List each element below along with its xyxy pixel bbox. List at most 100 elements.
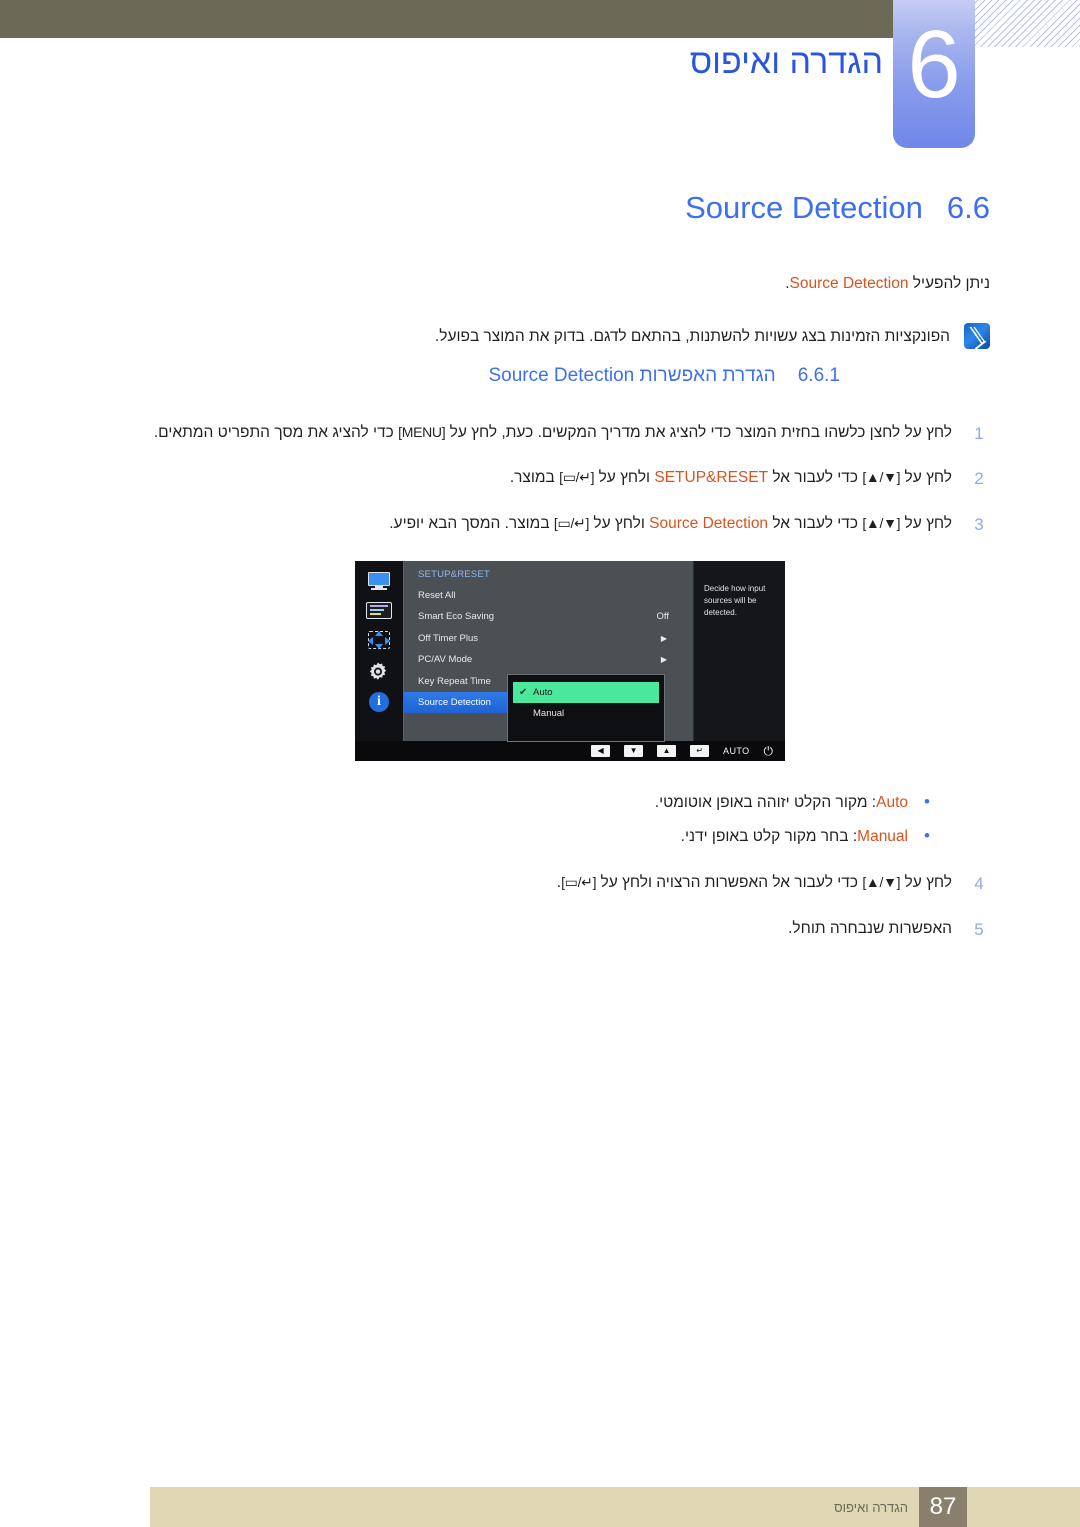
step-text-run: כדי לעבור אל xyxy=(768,469,863,487)
osd-menu-item[interactable]: Off Timer Plus ▶ xyxy=(404,627,693,649)
step-keycap: [▲/▼] xyxy=(862,514,901,531)
position-arrows-icon[interactable] xyxy=(366,630,392,650)
auto-button[interactable]: AUTO xyxy=(723,746,749,756)
option-bullets: • Auto: מקור הקלט יזוהה באופן אוטומטי. • Ma… xyxy=(150,791,990,849)
step-text-run: לחץ על xyxy=(900,469,952,487)
step-text-run: ולחץ על xyxy=(589,514,650,532)
picture-settings-icon[interactable] xyxy=(366,602,392,620)
step-number: 2 xyxy=(974,469,984,489)
option-name: Auto xyxy=(876,794,908,812)
step-item: 2 לחץ על [▲/▼] כדי לעבור אל SETUP&RESET ו… xyxy=(150,466,990,492)
step-text-run: לחץ על לחצן כלשהו בחזית המוצר כדי להציג … xyxy=(445,423,952,441)
left-arrow-button[interactable]: ◀ xyxy=(591,745,611,758)
subsection-title-en: Source Detection xyxy=(488,364,635,386)
osd-window: i SETUP&RESET Reset All Smart Eco Saving O… xyxy=(355,561,785,743)
chevron-right-icon: ▶ xyxy=(660,655,667,665)
step-text: לחץ על [▲/▼] כדי לעבור אל Source Detecti… xyxy=(150,512,952,536)
option-name: Manual xyxy=(857,828,908,846)
osd-menu-item[interactable]: Smart Eco Saving Off xyxy=(404,606,693,628)
step-keycap: [▭/↵] xyxy=(559,469,595,486)
subsection-title-he: הגדרת האפשרות xyxy=(634,364,776,386)
info-icon[interactable]: i xyxy=(369,692,389,713)
option-description: : מקור הקלט יזוהה באופן אוטומטי. xyxy=(654,794,877,812)
footer-chapter-label: הגדרה ואיפוס xyxy=(834,1499,908,1515)
option-bullet: • Auto: מקור הקלט יזוהה באופן אוטומטי. xyxy=(150,791,930,815)
down-arrow-button[interactable]: ▼ xyxy=(624,745,644,758)
chapter-number: 6 xyxy=(907,11,961,118)
option-bullet: • Manual: בחר מקור קלט באופן ידני. xyxy=(150,825,930,849)
step-number: 5 xyxy=(974,919,984,939)
page-content: 6.6 Source Detection ניתן להפעיל Source … xyxy=(150,190,990,962)
osd-menu-item[interactable]: PC/AV Mode ▶ xyxy=(404,649,693,671)
note-block: הפונקציות הזמינות בצג עשויות להשתנות, בה… xyxy=(150,322,990,349)
chevron-right-icon: ▶ xyxy=(660,633,667,643)
section-heading: 6.6 Source Detection xyxy=(150,190,990,226)
note-text: הפונקציות הזמינות בצג עשויות להשתנות, בה… xyxy=(434,327,950,345)
step-text-run: כדי לעבור אל xyxy=(768,514,863,532)
step-text: לחץ על לחצן כלשהו בחזית המוצר כדי להציג … xyxy=(150,421,952,445)
osd-submenu: ✔ Auto Manual xyxy=(507,674,665,743)
enter-button[interactable]: ↵ xyxy=(690,745,710,758)
subsection-number: 6.6.1 xyxy=(797,364,840,386)
step-item: 5 האפשרות שנבחרה תוחל. xyxy=(150,917,990,943)
step-keycap: [MENU] xyxy=(398,423,446,440)
bullet-dot-icon: • xyxy=(924,826,930,846)
option-bullet-text: Manual: בחר מקור קלט באופן ידני. xyxy=(150,825,908,849)
chapter-title: הגדרה ואיפוס xyxy=(689,43,883,81)
page-number: 87 xyxy=(919,1487,967,1527)
page-footer: הגדרה ואיפוס 87 xyxy=(0,1460,1080,1527)
step-text-run: כדי להציג את מסך התפריט המתאים. xyxy=(153,423,399,441)
step-keycap: [▭/↵] xyxy=(553,514,590,531)
osd-menu-item-label: Smart Eco Saving xyxy=(418,611,495,623)
step-menu-name: SETUP&RESET xyxy=(654,469,769,487)
lead-prefix: ניתן להפעיל xyxy=(908,275,990,292)
step-number: 4 xyxy=(974,874,984,894)
osd-menu-item-label: PC/AV Mode xyxy=(418,654,473,666)
subsection-title: הגדרת האפשרות Source Detection xyxy=(488,365,775,387)
osd-submenu-item[interactable]: ✔ Auto xyxy=(513,682,659,704)
step-item: 3 לחץ על [▲/▼] כדי לעבור אל Source Detect… xyxy=(150,512,990,538)
step-number: 3 xyxy=(974,514,984,534)
osd-menu-item[interactable]: Reset All xyxy=(404,584,693,606)
step-keycap: [▲/▼] xyxy=(862,874,901,891)
step-text-run: האפשרות שנבחרה תוחל. xyxy=(788,919,952,937)
step-text: לחץ על [▲/▼] כדי לעבור אל SETUP&RESET ול… xyxy=(150,466,952,490)
osd-submenu-item[interactable]: Manual xyxy=(513,703,659,724)
step-text-run: ולחץ על xyxy=(594,469,655,487)
step-text-run: במוצר. xyxy=(509,469,560,487)
osd-screenshot: i SETUP&RESET Reset All Smart Eco Saving O… xyxy=(355,561,785,762)
header-olive-bar xyxy=(0,0,893,38)
osd-submenu-item-label: Manual xyxy=(533,708,565,720)
option-bullet-text: Auto: מקור הקלט יזוהה באופן אוטומטי. xyxy=(150,791,908,815)
step-text-run: במוצר. המסך הבא יופיע. xyxy=(389,514,554,532)
check-icon: ✔ xyxy=(519,687,528,699)
osd-menu-item-label: Off Timer Plus xyxy=(418,632,479,644)
steps-list-top: 1 לחץ על לחצן כלשהו בחזית המוצר כדי להציג… xyxy=(150,421,990,538)
section-number: 6.6 xyxy=(946,190,990,225)
section-lead: ניתן להפעיל Source Detection. xyxy=(150,272,990,297)
osd-menu-item-value: Off xyxy=(656,611,670,623)
gear-icon[interactable] xyxy=(366,661,392,681)
lead-feature-name: Source Detection xyxy=(789,275,909,292)
step-keycap: [▲/▼] xyxy=(862,469,901,486)
osd-menu-item-label: Reset All xyxy=(418,589,456,601)
monitor-icon[interactable] xyxy=(366,571,392,591)
step-text-run: לחץ על xyxy=(900,874,952,892)
osd-menu-title: SETUP&RESET xyxy=(418,569,490,581)
step-item: 4 לחץ על [▲/▼] כדי לעבור אל האפשרות הרצוי… xyxy=(150,871,990,897)
section-title: Source Detection xyxy=(685,190,923,225)
step-keycap: [▭/↵] xyxy=(561,874,597,891)
samsung-note-icon xyxy=(964,322,990,349)
steps-list-bottom: 4 לחץ על [▲/▼] כדי לעבור אל האפשרות הרצוי… xyxy=(150,871,990,942)
step-number: 1 xyxy=(974,423,984,443)
osd-submenu-item-label: Auto xyxy=(533,687,553,699)
header-hatch-decoration xyxy=(975,0,1080,47)
option-description: : בחר מקור קלט באופן ידני. xyxy=(680,828,858,846)
up-arrow-button[interactable]: ▲ xyxy=(657,745,677,758)
subsection-heading: 6.6.1 הגדרת האפשרות Source Detection xyxy=(150,365,990,387)
power-button[interactable]: ⏻ xyxy=(764,745,774,757)
osd-help-text: Decide how input sources will be detecte… xyxy=(693,561,785,742)
step-item: 1 לחץ על לחצן כלשהו בחזית המוצר כדי להציג… xyxy=(150,421,990,447)
step-text: לחץ על [▲/▼] כדי לעבור אל האפשרות הרצויה… xyxy=(150,871,952,895)
step-menu-name: Source Detection xyxy=(649,514,769,532)
